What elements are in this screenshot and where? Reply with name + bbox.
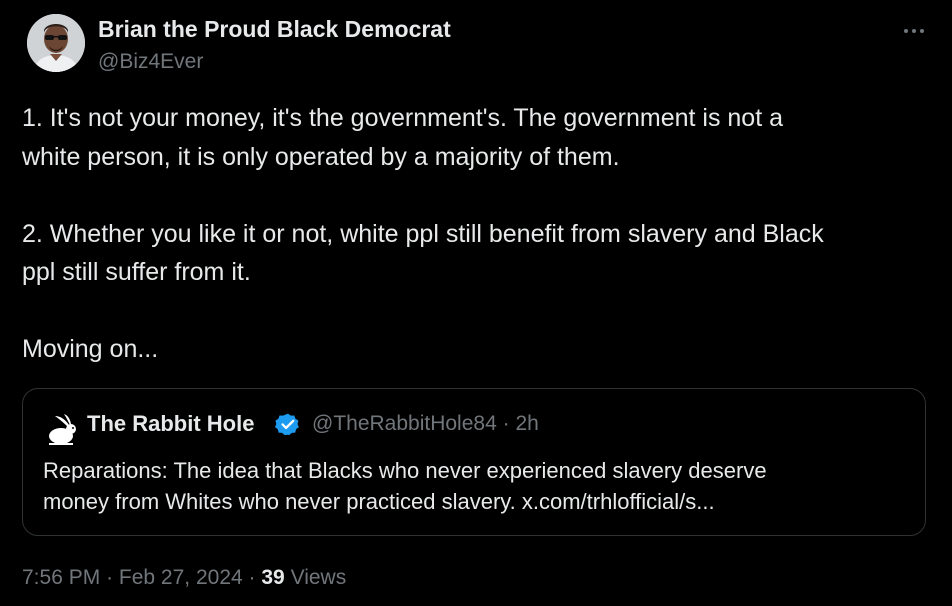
- tweet-time[interactable]: 7:56 PM: [22, 566, 100, 589]
- tweet-meta: 7:56 PM · Feb 27, 2024 · 39 Views: [22, 566, 346, 590]
- more-horizontal-icon-dot: [920, 29, 924, 33]
- tweet-text-line: 1. It's not your money, it's the governm…: [22, 104, 783, 132]
- views-label: Views: [290, 566, 347, 589]
- tweet-date[interactable]: Feb 27, 2024: [119, 566, 243, 589]
- quoted-author-handle-and-time[interactable]: @TheRabbitHole84 · 2h: [312, 412, 539, 436]
- author-display-name[interactable]: Brian the Proud Black Democrat: [98, 16, 451, 43]
- tweet: Brian the Proud Black Democrat @Biz4Ever…: [0, 0, 952, 606]
- quoted-author-name[interactable]: The Rabbit Hole: [87, 411, 254, 437]
- quoted-tweet-text-line: money from Whites who never practiced sl…: [43, 489, 715, 514]
- tweet-text-line: white person, it is only operated by a m…: [22, 143, 620, 171]
- more-horizontal-icon-dot: [912, 29, 916, 33]
- quoted-tweet-text-line: Reparations: The idea that Blacks who ne…: [43, 458, 767, 483]
- verified-badge-icon: [275, 412, 301, 438]
- more-options-button[interactable]: [896, 16, 932, 46]
- more-horizontal-icon-dot: [904, 29, 908, 33]
- separator: ·: [248, 566, 256, 589]
- quoted-tweet-time: 2h: [515, 412, 539, 435]
- separator: ·: [502, 412, 510, 435]
- author-avatar[interactable]: [27, 14, 85, 72]
- views-count: 39: [261, 566, 285, 589]
- tweet-text-line: ppl still suffer from it.: [22, 258, 251, 286]
- quoted-tweet-card[interactable]: The Rabbit Hole @TheRabbitHole84 · 2h Re…: [22, 388, 926, 536]
- tweet-text-line: Moving on...: [22, 335, 159, 363]
- tweet-text-line: 2. Whether you like it or not, white ppl…: [22, 220, 824, 248]
- author-handle[interactable]: @Biz4Ever: [98, 50, 203, 74]
- separator: ·: [106, 566, 114, 589]
- quoted-author-handle: @TheRabbitHole84: [312, 412, 497, 435]
- profile-photo: [27, 14, 85, 72]
- rabbit-logo-icon: [45, 413, 79, 447]
